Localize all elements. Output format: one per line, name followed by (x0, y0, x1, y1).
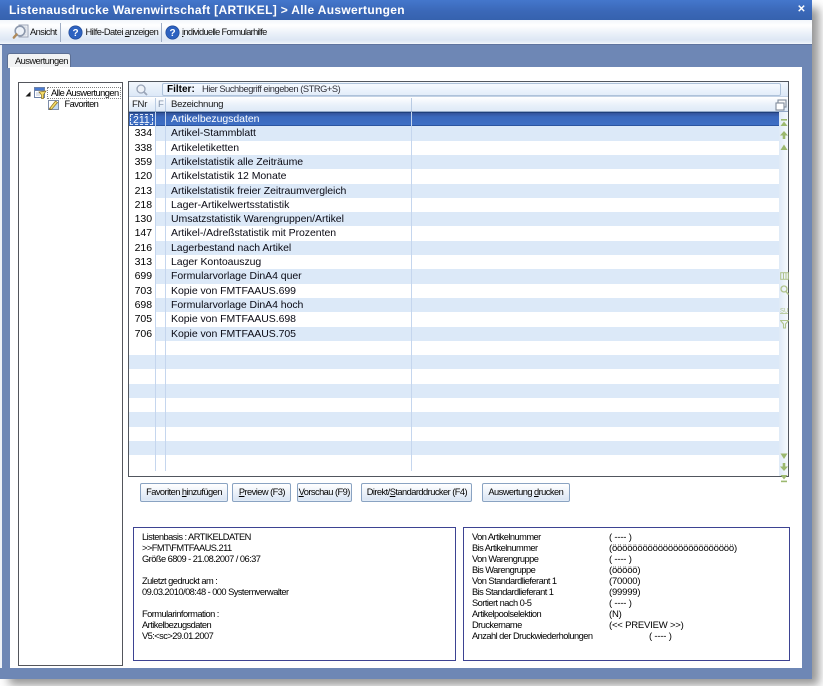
svg-text:?: ? (169, 28, 175, 39)
svg-text:SU: SU (780, 308, 788, 314)
svg-text:?: ? (72, 28, 78, 39)
